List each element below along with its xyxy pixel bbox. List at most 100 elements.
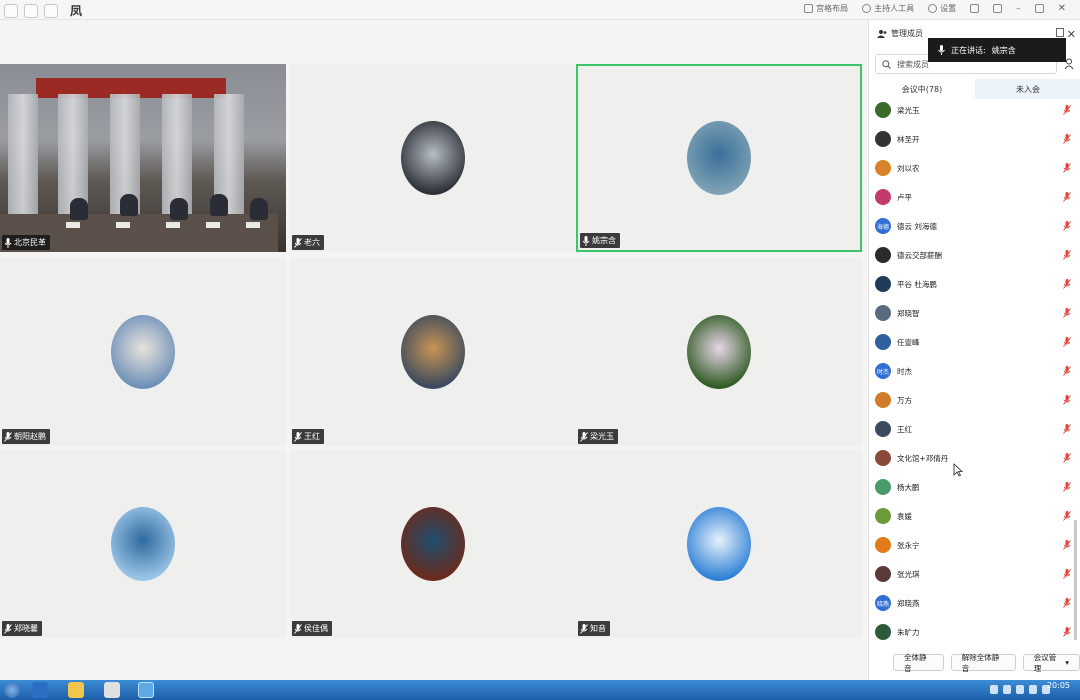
member-panel: 管理成员 ✕ 搜索成员 会议中(78) 未入会 梁光玉 林圣开 刘以农 卢平 海德 德云 …	[868, 20, 1080, 680]
settings-button[interactable]: 设置	[928, 3, 956, 14]
mic-muted-icon[interactable]	[1063, 163, 1071, 173]
member-avatar	[875, 450, 891, 466]
mic-muted-icon[interactable]	[1063, 279, 1071, 289]
member-row[interactable]: 刘以农	[875, 158, 1071, 178]
forward-icon[interactable]	[24, 3, 38, 18]
tab-in-meeting[interactable]: 会议中(78)	[869, 79, 975, 99]
member-row[interactable]: 万方	[875, 390, 1071, 410]
media-player-icon[interactable]	[104, 682, 120, 698]
participant-name-label: 北京民革	[2, 235, 50, 250]
system-clock[interactable]: 20:05	[1047, 681, 1070, 690]
participant-name: 姚宗含	[592, 236, 616, 245]
refresh-icon[interactable]	[44, 3, 58, 18]
video-grid: 北京民革 老六 姚宗含朝阳赵鹏 王红 梁光玉郑晓馨 侯佳偶 知音	[0, 64, 868, 640]
member-avatar	[875, 247, 891, 263]
mic-muted-icon[interactable]	[1063, 482, 1071, 492]
folder-icon[interactable]	[68, 682, 84, 698]
participant-avatar	[401, 507, 465, 581]
back-icon[interactable]	[4, 3, 18, 18]
member-row[interactable]: 任壹峰	[875, 332, 1071, 352]
mic-muted-icon[interactable]	[1063, 192, 1071, 202]
start-button[interactable]	[4, 682, 20, 698]
member-row[interactable]: 林圣开	[875, 129, 1071, 149]
meeting-app-icon[interactable]	[138, 682, 154, 698]
member-row[interactable]: 梁光玉	[875, 100, 1071, 120]
member-row[interactable]: 德云交部薪酬	[875, 245, 1071, 265]
mic-muted-icon[interactable]	[1063, 134, 1071, 144]
mic-muted-icon[interactable]	[1063, 221, 1071, 231]
member-avatar	[875, 479, 891, 495]
participant-name: 知音	[590, 624, 606, 633]
member-name: 任壹峰	[897, 337, 920, 347]
participant-name-label: 朝阳赵鹏	[2, 429, 50, 444]
mic-muted-icon[interactable]	[1063, 627, 1071, 637]
mute-all-button[interactable]: 全体静音	[893, 653, 944, 673]
mic-muted-icon[interactable]	[1063, 337, 1071, 347]
mic-muted-icon[interactable]	[1063, 540, 1071, 550]
close-panel-icon[interactable]: ✕	[1067, 28, 1076, 41]
video-tile[interactable]: 姚宗含	[576, 64, 862, 252]
member-row[interactable]: 袁媛	[875, 506, 1071, 526]
close-window-icon[interactable]: ✕	[1058, 3, 1066, 14]
video-tile[interactable]: 王红	[290, 258, 576, 446]
mic-muted-icon[interactable]	[1063, 366, 1071, 376]
member-row[interactable]: 张光琪	[875, 564, 1071, 584]
mic-muted-icon[interactable]	[1063, 598, 1071, 608]
member-row[interactable]: 杨大鹏	[875, 477, 1071, 497]
mic-muted-icon[interactable]	[1063, 308, 1071, 318]
video-tile[interactable]: 朝阳赵鹏	[0, 258, 286, 446]
caret-down-icon: ▾	[1065, 658, 1069, 667]
member-list: 梁光玉林圣开刘以农卢平海德 德云 刘海德 德云交部薪酬 平谷 杜海鹏 郑晓智任壹峰时杰时…	[869, 100, 1080, 648]
help-icon[interactable]	[1003, 685, 1011, 694]
tab-not-joined[interactable]: 未入会	[975, 79, 1080, 99]
participant-name: 侯佳偶	[304, 624, 328, 633]
video-tile[interactable]: 知音	[576, 450, 862, 638]
host-action-buttons: 全体静音 解除全体静音 会议管理 ▾	[893, 653, 1080, 673]
member-row[interactable]: 张永宁	[875, 535, 1071, 555]
mic-muted-icon[interactable]	[1063, 511, 1071, 521]
host-tools-button[interactable]: 主持人工具	[862, 3, 914, 14]
member-name: 万方	[897, 395, 912, 405]
member-name: 德云 刘海德	[897, 221, 937, 231]
member-row[interactable]: 王红	[875, 419, 1071, 439]
video-tile[interactable]: 北京民革	[0, 64, 286, 252]
video-tile[interactable]: 老六	[290, 64, 576, 252]
sidebar-toggle-icon[interactable]	[993, 4, 1003, 13]
member-row[interactable]: 文化馆+邓倩丹	[875, 448, 1071, 468]
video-tile[interactable]: 郑晓馨	[0, 450, 286, 638]
mic-muted-icon[interactable]	[1063, 105, 1071, 115]
member-avatar	[875, 189, 891, 205]
keyboard-icon[interactable]	[990, 685, 998, 694]
video-tile[interactable]: 梁光玉	[576, 258, 862, 446]
unmute-all-button[interactable]: 解除全体静音	[950, 653, 1016, 673]
member-row[interactable]: 海德 德云 刘海德	[875, 216, 1071, 236]
member-row[interactable]: 卢平	[875, 187, 1071, 207]
member-row[interactable]: 郑晓智	[875, 303, 1071, 323]
member-row[interactable]: 晓燕 郑晓燕	[875, 593, 1071, 613]
member-list-scrollbar[interactable]	[1074, 520, 1077, 640]
network-icon[interactable]	[1029, 685, 1037, 694]
member-name: 王红	[897, 424, 912, 434]
speaking-indicator: 正在讲话: 姚宗含	[928, 38, 1066, 62]
meeting-manage-button[interactable]: 会议管理 ▾	[1022, 653, 1080, 673]
mic-muted-icon[interactable]	[1063, 424, 1071, 434]
mic-muted-icon[interactable]	[1063, 250, 1071, 260]
member-row[interactable]: 朱旷力	[875, 622, 1071, 642]
flag-icon[interactable]	[1016, 685, 1024, 694]
mic-muted-icon[interactable]	[1063, 453, 1071, 463]
mic-muted-icon[interactable]	[1063, 569, 1071, 579]
minimize-icon[interactable]: –	[1016, 4, 1021, 14]
member-row[interactable]: 时杰 时杰	[875, 361, 1071, 381]
search-icon	[882, 59, 891, 69]
member-row[interactable]: 平谷 杜海鹏	[875, 274, 1071, 294]
participant-avatar	[687, 121, 751, 195]
fullscreen-icon[interactable]	[970, 4, 980, 13]
member-avatar: 时杰	[875, 363, 891, 379]
maximize-icon[interactable]	[1034, 4, 1044, 13]
mic-muted-icon[interactable]	[1063, 395, 1071, 405]
member-name: 张光琪	[897, 569, 920, 579]
popout-icon[interactable]	[1056, 28, 1064, 37]
video-tile[interactable]: 侯佳偶	[290, 450, 576, 638]
ie-browser-icon[interactable]	[32, 682, 48, 698]
grid-layout-button[interactable]: 宫格布局	[804, 3, 848, 14]
